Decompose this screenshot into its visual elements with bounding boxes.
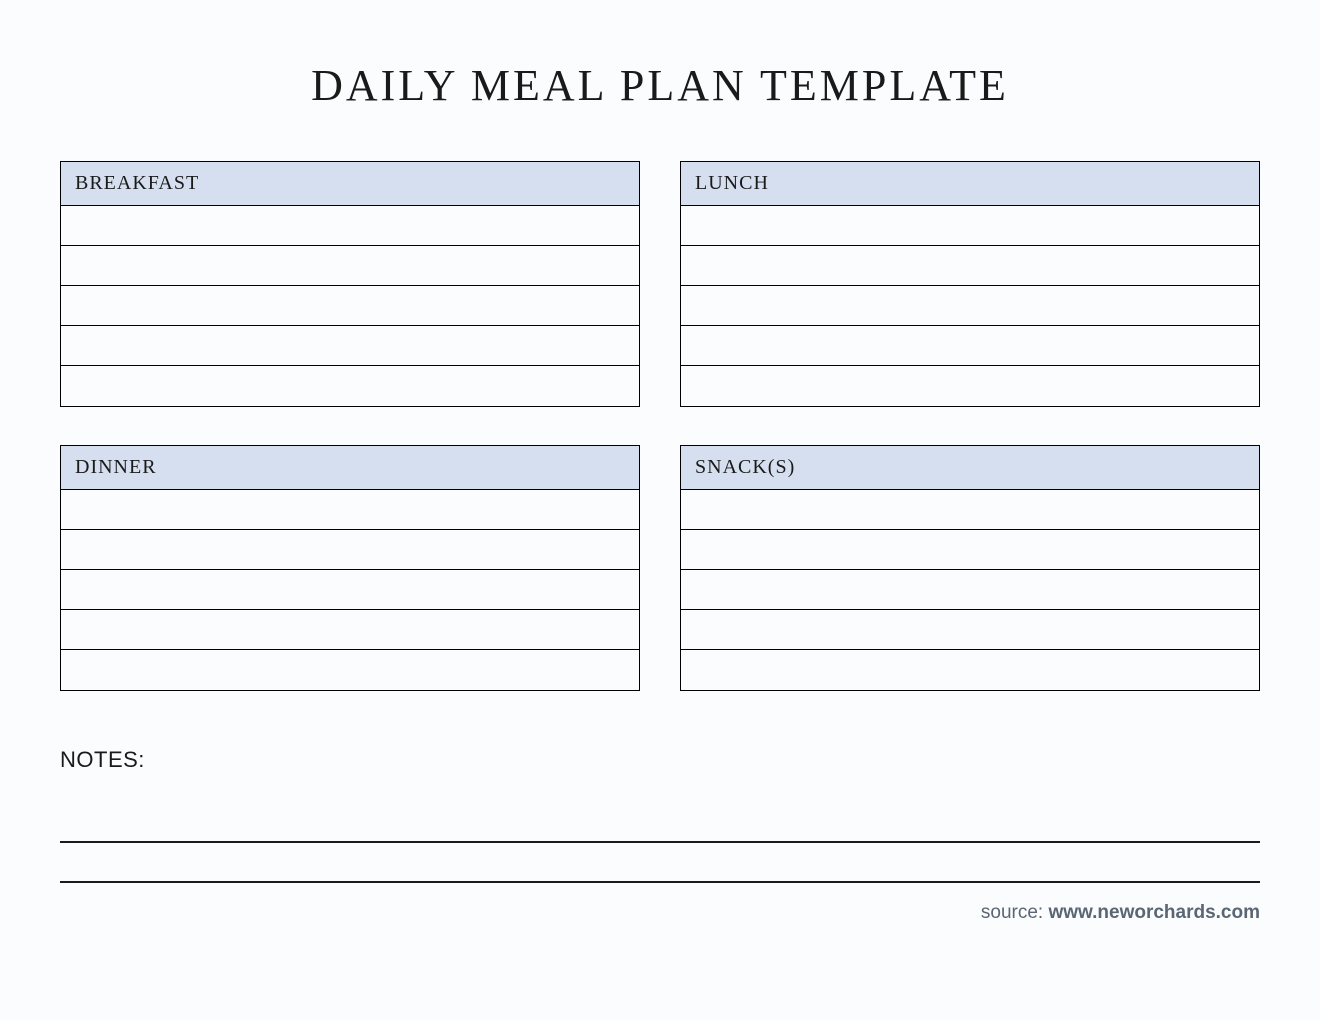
- meal-grid: BREAKFAST LUNCH DINNER SNACK(S): [60, 161, 1260, 691]
- dinner-row[interactable]: [61, 570, 639, 610]
- dinner-row[interactable]: [61, 610, 639, 650]
- breakfast-box: BREAKFAST: [60, 161, 640, 407]
- lunch-row[interactable]: [681, 366, 1259, 406]
- snacks-row[interactable]: [681, 490, 1259, 530]
- snacks-header: SNACK(S): [681, 446, 1259, 490]
- lunch-row[interactable]: [681, 326, 1259, 366]
- notes-line[interactable]: [60, 843, 1260, 883]
- lunch-header: LUNCH: [681, 162, 1259, 206]
- source-attribution: source: www.neworchards.com: [981, 902, 1260, 924]
- page-title: DAILY MEAL PLAN TEMPLATE: [60, 60, 1260, 111]
- breakfast-row[interactable]: [61, 366, 639, 406]
- dinner-row[interactable]: [61, 650, 639, 690]
- source-url: www.neworchards.com: [1048, 902, 1260, 923]
- snacks-row[interactable]: [681, 570, 1259, 610]
- breakfast-row[interactable]: [61, 286, 639, 326]
- notes-line[interactable]: [60, 803, 1260, 843]
- breakfast-row[interactable]: [61, 326, 639, 366]
- notes-section: NOTES:: [60, 747, 1260, 883]
- snacks-row[interactable]: [681, 650, 1259, 690]
- dinner-header: DINNER: [61, 446, 639, 490]
- lunch-box: LUNCH: [680, 161, 1260, 407]
- lunch-row[interactable]: [681, 246, 1259, 286]
- breakfast-header: BREAKFAST: [61, 162, 639, 206]
- source-prefix: source:: [981, 902, 1049, 923]
- snacks-row[interactable]: [681, 530, 1259, 570]
- dinner-row[interactable]: [61, 490, 639, 530]
- snacks-row[interactable]: [681, 610, 1259, 650]
- lunch-row[interactable]: [681, 206, 1259, 246]
- dinner-row[interactable]: [61, 530, 639, 570]
- breakfast-row[interactable]: [61, 246, 639, 286]
- snacks-box: SNACK(S): [680, 445, 1260, 691]
- dinner-box: DINNER: [60, 445, 640, 691]
- breakfast-row[interactable]: [61, 206, 639, 246]
- notes-label: NOTES:: [60, 747, 1260, 773]
- lunch-row[interactable]: [681, 286, 1259, 326]
